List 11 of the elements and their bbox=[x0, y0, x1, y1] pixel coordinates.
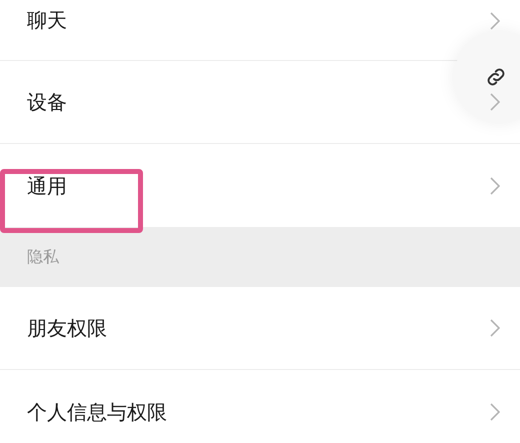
chevron-right-icon bbox=[490, 319, 500, 337]
section-title: 隐私 bbox=[27, 246, 59, 268]
row-label: 设备 bbox=[27, 89, 67, 116]
row-label: 通用 bbox=[27, 172, 67, 200]
row-label: 个人信息与权限 bbox=[27, 398, 167, 426]
chevron-right-icon bbox=[490, 12, 500, 30]
chevron-right-icon bbox=[490, 93, 500, 111]
chevron-right-icon bbox=[490, 176, 500, 194]
chevron-right-icon bbox=[490, 402, 500, 420]
row-label: 聊天 bbox=[27, 7, 67, 34]
row-label: 朋友权限 bbox=[27, 315, 107, 342]
